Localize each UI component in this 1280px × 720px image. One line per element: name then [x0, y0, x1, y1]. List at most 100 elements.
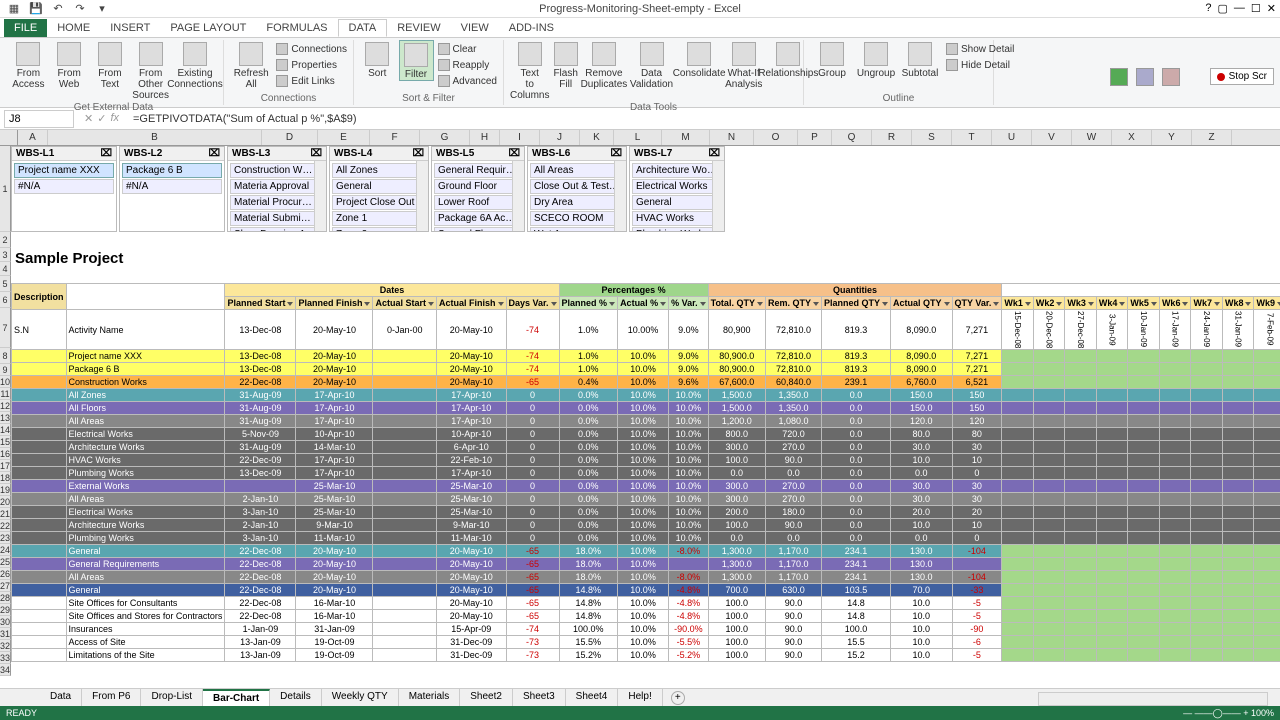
- sheet-tab-data[interactable]: Data: [40, 689, 82, 706]
- slicer-clear-icon[interactable]: ⌧: [708, 148, 720, 159]
- col-af[interactable]: Actual Finish: [436, 297, 506, 310]
- table-row[interactable]: All Floors31-Aug-0917-Apr-1017-Apr-1000.…: [12, 402, 1280, 415]
- row-header[interactable]: 29: [0, 604, 11, 616]
- slicer-item[interactable]: Second Floor: [434, 227, 522, 231]
- row-header[interactable]: 1: [0, 146, 11, 232]
- table-row[interactable]: External Works25-Mar-1025-Mar-1000.0%10.…: [12, 480, 1280, 493]
- help-icon[interactable]: ?: [1205, 2, 1211, 15]
- table-row[interactable]: General22-Dec-0820-May-1020-May-10-6518.…: [12, 545, 1280, 558]
- existing-connections-button[interactable]: ExistingConnections: [173, 40, 217, 90]
- row-header[interactable]: 9: [0, 364, 11, 376]
- table-row[interactable]: Site Offices and Stores for Contractors2…: [12, 610, 1280, 623]
- row-header[interactable]: 12: [0, 400, 11, 412]
- slicer-item[interactable]: All Areas: [530, 163, 624, 178]
- col-header-K[interactable]: K: [580, 130, 614, 145]
- summary-cell[interactable]: 10.00%: [618, 310, 669, 350]
- slicer-item[interactable]: General: [332, 179, 426, 194]
- slicer-item[interactable]: Material Submi…: [230, 211, 324, 226]
- summary-cell[interactable]: 9.0%: [669, 310, 709, 350]
- col-week[interactable]: Wk9: [1254, 297, 1280, 310]
- slicer-clear-icon[interactable]: ⌧: [310, 148, 322, 159]
- slicer-item[interactable]: Zone 2: [332, 227, 426, 231]
- addon-icon-3[interactable]: [1162, 68, 1180, 86]
- row-header[interactable]: 17: [0, 460, 11, 472]
- row-header[interactable]: 23: [0, 532, 11, 544]
- sheet-tab-materials[interactable]: Materials: [399, 689, 461, 706]
- row-header[interactable]: 28: [0, 592, 11, 604]
- what-if-analysis-button[interactable]: What-IfAnalysis: [725, 40, 762, 90]
- col-pp[interactable]: Planned %: [559, 297, 618, 310]
- col-header-X[interactable]: X: [1112, 130, 1152, 145]
- col-pq[interactable]: Planned QTY: [821, 297, 890, 310]
- col-header-O[interactable]: O: [754, 130, 798, 145]
- row-header[interactable]: 21: [0, 508, 11, 520]
- col-aq[interactable]: Actual QTY: [890, 297, 952, 310]
- slicer-item[interactable]: Shop Drawing A…: [230, 227, 324, 231]
- redo-icon[interactable]: ↷: [70, 1, 90, 17]
- table-row[interactable]: Architecture Works2-Jan-109-Mar-109-Mar-…: [12, 519, 1280, 532]
- col-header-Y[interactable]: Y: [1152, 130, 1192, 145]
- row-header[interactable]: 5: [0, 276, 11, 292]
- col-header-Z[interactable]: Z: [1192, 130, 1232, 145]
- col-ps[interactable]: Planned Start: [225, 297, 296, 310]
- slicer-item[interactable]: Project Close Out: [332, 195, 426, 210]
- table-row[interactable]: Limitations of the Site13-Jan-0919-Oct-0…: [12, 649, 1280, 662]
- col-ap[interactable]: Actual %: [618, 297, 669, 310]
- row-header[interactable]: 7: [0, 308, 11, 348]
- row-header[interactable]: 13: [0, 412, 11, 424]
- row-header[interactable]: 11: [0, 388, 11, 400]
- from-text-button[interactable]: FromText: [92, 40, 129, 90]
- col-header-U[interactable]: U: [992, 130, 1032, 145]
- slicer-item[interactable]: Wet Area: [530, 227, 624, 231]
- row-header[interactable]: 6: [0, 292, 11, 308]
- col-week[interactable]: Wk8: [1222, 297, 1254, 310]
- summary-cell[interactable]: 819.3: [821, 310, 890, 350]
- data-validation-button[interactable]: DataValidation: [630, 40, 673, 90]
- row-header[interactable]: 34: [0, 664, 11, 676]
- col-header-M[interactable]: M: [662, 130, 710, 145]
- col-pf[interactable]: Planned Finish: [296, 297, 373, 310]
- col-header-H[interactable]: H: [470, 130, 500, 145]
- col-week[interactable]: Wk3: [1065, 297, 1097, 310]
- flash-fill-button[interactable]: FlashFill: [553, 40, 577, 90]
- slicer-item[interactable]: Material Procur…: [230, 195, 324, 210]
- table-row[interactable]: All Areas22-Dec-0820-May-1020-May-10-651…: [12, 571, 1280, 584]
- summary-cell[interactable]: 7,271: [952, 310, 1002, 350]
- group-button[interactable]: Group: [810, 40, 854, 79]
- summary-cell[interactable]: 20-May-10: [296, 310, 373, 350]
- subtotal-button[interactable]: Subtotal: [898, 40, 942, 79]
- row-header[interactable]: 32: [0, 640, 11, 652]
- filter-button[interactable]: Filter: [399, 40, 434, 81]
- col-header-N[interactable]: N: [710, 130, 754, 145]
- slicer-clear-icon[interactable]: ⌧: [508, 148, 520, 159]
- horizontal-scrollbar[interactable]: [1038, 692, 1268, 706]
- table-row[interactable]: Project name XXX13-Dec-0820-May-1020-May…: [12, 350, 1280, 363]
- sheet-tab-details[interactable]: Details: [270, 689, 322, 706]
- tab-formulas[interactable]: FORMULAS: [256, 19, 337, 37]
- row-header[interactable]: 30: [0, 616, 11, 628]
- col-header-P[interactable]: P: [798, 130, 832, 145]
- tab-data[interactable]: DATA: [338, 19, 388, 37]
- slicer-item[interactable]: HVAC Works: [632, 211, 722, 226]
- slicer-item[interactable]: Project name XXX: [14, 163, 114, 178]
- table-row[interactable]: HVAC Works22-Dec-0917-Apr-1022-Feb-1000.…: [12, 454, 1280, 467]
- col-dv[interactable]: Days Var.: [506, 297, 559, 310]
- col-header-F[interactable]: F: [370, 130, 420, 145]
- slicer-scrollbar[interactable]: [314, 161, 326, 231]
- slicer-item[interactable]: Zone 1: [332, 211, 426, 226]
- summary-cell[interactable]: 0-Jan-00: [373, 310, 437, 350]
- tab-insert[interactable]: INSERT: [100, 19, 160, 37]
- advanced-button[interactable]: Advanced: [438, 74, 497, 88]
- col-week[interactable]: Wk7: [1191, 297, 1223, 310]
- col-vp[interactable]: % Var.: [669, 297, 709, 310]
- tab-view[interactable]: VIEW: [451, 19, 499, 37]
- tab-add-ins[interactable]: ADD-INS: [499, 19, 564, 37]
- addon-icon-1[interactable]: [1110, 68, 1128, 86]
- hide-detail-button[interactable]: Hide Detail: [946, 58, 1014, 72]
- slicer-item[interactable]: #N/A: [14, 179, 114, 194]
- slicer-item[interactable]: General: [632, 195, 722, 210]
- col-header-L[interactable]: L: [614, 130, 662, 145]
- table-row[interactable]: General Requirements22-Dec-0820-May-1020…: [12, 558, 1280, 571]
- select-all-corner[interactable]: [0, 130, 18, 145]
- zoom-controls[interactable]: — ——◯—— + 100%: [1183, 708, 1274, 719]
